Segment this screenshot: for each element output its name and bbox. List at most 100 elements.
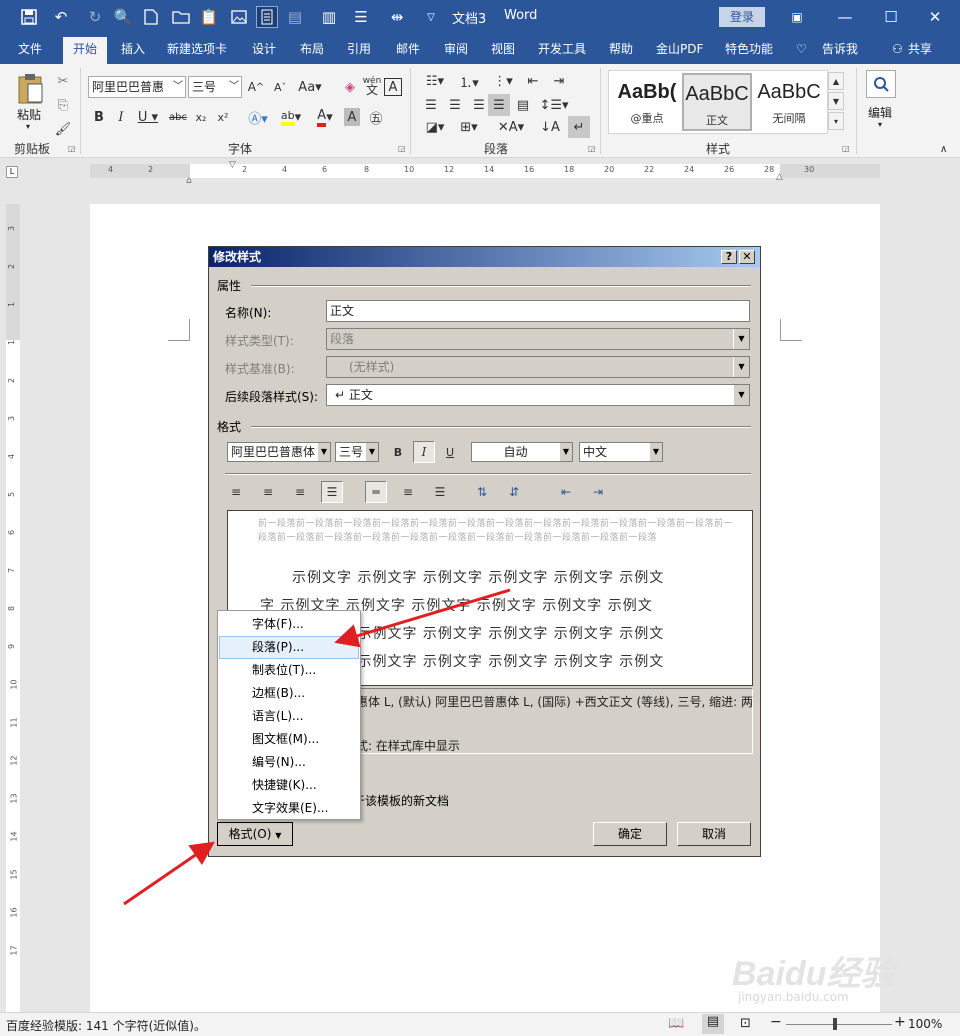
read-mode-icon[interactable]: 📖 bbox=[668, 1016, 684, 1031]
style-base-select[interactable]: (无样式) ▼ bbox=[326, 356, 750, 378]
web-layout-icon[interactable]: ⊡ bbox=[740, 1016, 751, 1031]
superscript-icon[interactable]: x² bbox=[214, 106, 232, 128]
menu-item-text-effects[interactable]: 文字效果(E)... bbox=[219, 797, 359, 820]
tab-tell-me[interactable]: 告诉我 bbox=[822, 40, 858, 64]
underline-icon[interactable]: U ▾ bbox=[134, 106, 162, 128]
font-launcher-icon[interactable]: ◲ bbox=[398, 144, 406, 153]
gallery-more-icon[interactable]: ▾ bbox=[828, 112, 844, 130]
doc-view-icon[interactable] bbox=[256, 6, 278, 28]
double-spacing-icon[interactable]: ☰ bbox=[429, 481, 451, 503]
tab-features[interactable]: 特色功能 bbox=[725, 40, 773, 64]
numbering-icon[interactable]: ⒈▾ bbox=[454, 70, 484, 92]
tab-wps-pdf[interactable]: 金山PDF bbox=[656, 40, 703, 64]
char-shading-icon[interactable]: A bbox=[344, 108, 360, 126]
increase-indent-icon[interactable]: ⇥ bbox=[548, 70, 570, 92]
open-folder-icon[interactable] bbox=[170, 6, 192, 28]
next-style-select[interactable]: ↵ 正文 ▼ bbox=[326, 384, 750, 406]
maximize-button[interactable]: ☐ bbox=[880, 6, 902, 28]
collapse-ribbon-icon[interactable]: ∧ bbox=[940, 144, 947, 155]
multilevel-list-icon[interactable]: ⋮▾ bbox=[488, 70, 518, 92]
increase-spacing-icon[interactable]: ⇅ bbox=[471, 481, 493, 503]
align-center-icon[interactable]: ≡ bbox=[257, 481, 279, 503]
save-icon[interactable] bbox=[18, 6, 40, 28]
tab-references[interactable]: 引用 bbox=[347, 40, 371, 64]
tab-design[interactable]: 设计 bbox=[252, 40, 276, 64]
tab-developer[interactable]: 开发工具 bbox=[538, 40, 586, 64]
cut-icon[interactable]: ✂ bbox=[52, 70, 74, 92]
shading-icon[interactable]: ◪▾ bbox=[420, 116, 450, 138]
enclose-char-icon[interactable]: ㊄ bbox=[366, 106, 386, 128]
decrease-indent-icon[interactable]: ⇤ bbox=[522, 70, 544, 92]
redo-icon[interactable]: ↻ bbox=[84, 6, 106, 28]
font-color-icon[interactable]: A ▾ bbox=[310, 106, 340, 128]
font-select[interactable]: 阿里巴巴普惠体 ▼ bbox=[227, 442, 331, 462]
italic-icon[interactable]: I bbox=[413, 441, 435, 463]
paste-dropdown-icon[interactable]: ▾ bbox=[26, 122, 30, 131]
spacing-quick-icon[interactable]: ⇹ bbox=[386, 6, 408, 28]
columns-icon[interactable]: ▥ bbox=[318, 6, 340, 28]
tab-view[interactable]: 视图 bbox=[491, 40, 515, 64]
tab-review[interactable]: 审阅 bbox=[444, 40, 468, 64]
menu-item-frame[interactable]: 图文框(M)... bbox=[219, 728, 359, 751]
tab-home[interactable]: 开始 bbox=[63, 37, 108, 64]
increase-indent-icon[interactable]: ⇥ bbox=[587, 481, 609, 503]
gallery-up-icon[interactable]: ▲ bbox=[828, 72, 844, 90]
paste-quick-icon[interactable]: 📋 bbox=[198, 6, 220, 28]
customize-qa-icon[interactable]: ▽ bbox=[420, 6, 442, 28]
bullets-quick-icon[interactable]: ☰ bbox=[350, 6, 372, 28]
justify-icon[interactable]: ☰ bbox=[488, 94, 510, 116]
cancel-button[interactable]: 取消 bbox=[677, 822, 751, 846]
menu-item-paragraph[interactable]: 段落(P)... bbox=[219, 636, 359, 659]
menu-item-border[interactable]: 边框(B)... bbox=[219, 682, 359, 705]
italic-icon[interactable]: I bbox=[112, 106, 130, 128]
zoom-out-icon[interactable]: − bbox=[770, 1014, 782, 1030]
borders-icon[interactable]: ⊞▾ bbox=[454, 116, 484, 138]
font-size-combo[interactable]: 三号 ﹀ bbox=[188, 76, 242, 98]
left-indent-marker[interactable]: ⌂ bbox=[186, 176, 192, 186]
copy-icon[interactable]: ⎘ bbox=[52, 94, 74, 116]
bold-icon[interactable]: B bbox=[387, 441, 409, 463]
font-color-select[interactable]: 自动 ▼ bbox=[471, 442, 573, 462]
distributed-icon[interactable]: ▤ bbox=[512, 94, 534, 116]
char-border-icon[interactable]: A bbox=[384, 78, 402, 96]
bold-icon[interactable]: B bbox=[90, 106, 108, 128]
zoom-slider-thumb[interactable] bbox=[833, 1018, 837, 1030]
login-button[interactable]: 登录 bbox=[719, 7, 765, 27]
ribbon-options-icon[interactable]: ▣ bbox=[786, 6, 808, 28]
undo-icon[interactable]: ↶ bbox=[50, 6, 72, 28]
clear-format-icon[interactable]: ◈ bbox=[340, 76, 360, 98]
align-center-icon[interactable]: ☰ bbox=[444, 94, 466, 116]
shrink-font-icon[interactable]: Aˇ bbox=[270, 76, 290, 98]
share-button[interactable]: 共享 bbox=[908, 40, 932, 64]
size-select[interactable]: 三号 ▼ bbox=[335, 442, 379, 462]
right-indent-marker[interactable]: △ bbox=[776, 172, 783, 182]
font-name-combo[interactable]: 阿里巴巴普惠 ﹀ bbox=[88, 76, 186, 98]
menu-item-font[interactable]: 字体(F)... bbox=[219, 613, 359, 636]
format-painter-icon[interactable]: 🖌 bbox=[52, 118, 74, 140]
sort-icon[interactable]: ↓A bbox=[540, 116, 560, 138]
search-icon[interactable] bbox=[866, 70, 896, 98]
language-select[interactable]: 中文 ▼ bbox=[579, 442, 663, 462]
subscript-icon[interactable]: x₂ bbox=[192, 106, 210, 128]
tab-file[interactable]: 文件 bbox=[18, 40, 42, 64]
style-no-spacing[interactable]: AaBbC 无间隔 bbox=[754, 73, 824, 131]
menu-item-numbering[interactable]: 编号(N)... bbox=[219, 751, 359, 774]
zoom-slider-track[interactable] bbox=[786, 1024, 892, 1025]
paste-label[interactable]: 粘贴 bbox=[17, 106, 41, 123]
zoom-level[interactable]: 100% bbox=[908, 1017, 942, 1031]
align-left-icon[interactable]: ≡ bbox=[225, 481, 247, 503]
one-half-spacing-icon[interactable]: ≡ bbox=[397, 481, 419, 503]
ok-button[interactable]: 确定 bbox=[593, 822, 667, 846]
asian-layout-icon[interactable]: ✕A▾ bbox=[496, 116, 526, 138]
strikethrough-icon[interactable]: abc bbox=[166, 106, 190, 128]
print-layout-icon[interactable]: ▤ bbox=[702, 1014, 724, 1034]
editing-dropdown-icon[interactable]: ▾ bbox=[878, 120, 882, 129]
style-emphasis[interactable]: AaBb( @重点 bbox=[612, 73, 682, 131]
decrease-indent-icon[interactable]: ⇤ bbox=[555, 481, 577, 503]
single-spacing-icon[interactable]: ═ bbox=[365, 481, 387, 503]
styles-launcher-icon[interactable]: ◲ bbox=[842, 144, 850, 153]
align-right-icon[interactable]: ≡ bbox=[289, 481, 311, 503]
tab-mailings[interactable]: 邮件 bbox=[396, 40, 420, 64]
highlight-icon[interactable]: ab ▾ bbox=[276, 106, 306, 128]
justify-icon[interactable]: ☰ bbox=[321, 481, 343, 503]
